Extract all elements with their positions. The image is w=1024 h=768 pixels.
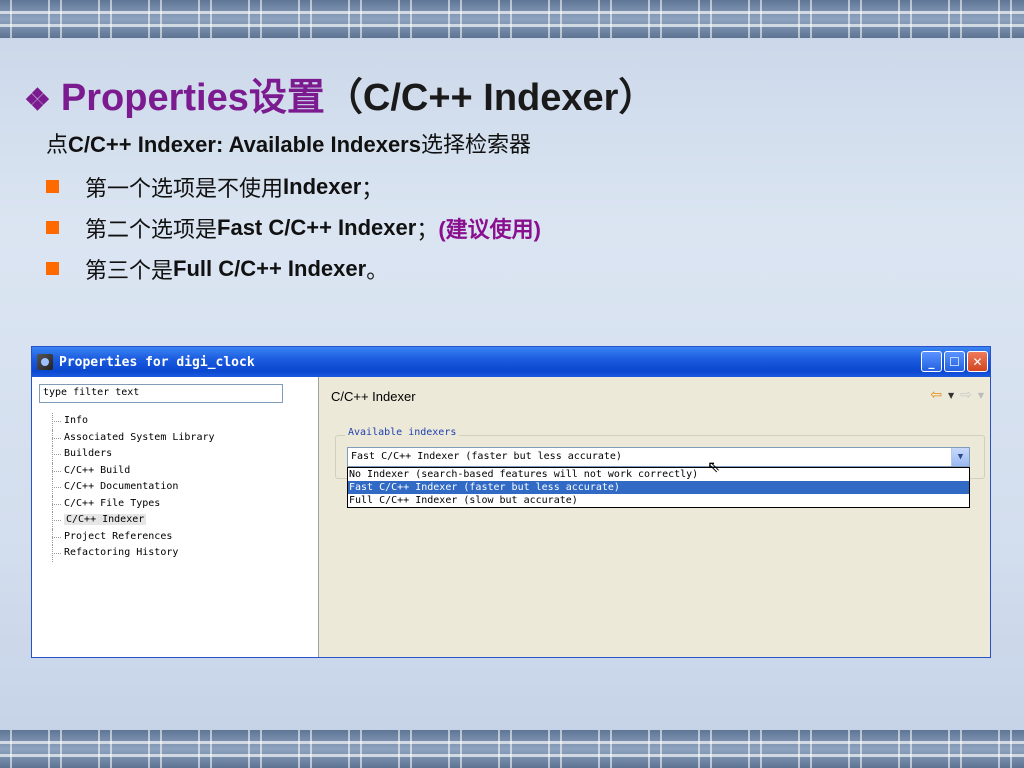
tree-item-project-references[interactable]: Project References	[50, 528, 215, 546]
bullet-item: 第三个是 Full C/C++ Indexer。	[46, 248, 541, 289]
bullet-bold: Indexer	[283, 173, 362, 199]
filter-input[interactable]: type filter text	[39, 384, 283, 403]
bullet-suffix: ；	[416, 216, 439, 242]
intro-suffix: 选择检索器	[420, 132, 531, 157]
bullet-prefix: 第二个选项是	[85, 216, 218, 242]
tree-item-cpp-file-types[interactable]: C/C++ File Types	[50, 495, 215, 513]
tree-item-refactoring-history[interactable]: Refactoring History	[50, 545, 215, 562]
intro-prefix: 点	[46, 132, 69, 157]
settings-page: C/C++ Indexer ⇦ ▼ ⇨ ▼ Available indexers…	[319, 377, 990, 657]
square-bullet-icon	[46, 262, 59, 275]
bullet-item: 第二个选项是 Fast C/C++ Indexer； (建议使用)	[46, 207, 541, 248]
option-fast-indexer[interactable]: Fast C/C++ Indexer (faster but less accu…	[348, 481, 969, 494]
intro-bold: C/C++ Indexer: Available Indexers	[68, 132, 421, 157]
tree-item-label: Info	[64, 415, 89, 426]
tree-item-label: Builders	[64, 448, 113, 459]
tree-item-label: C/C++ Documentation	[64, 481, 179, 492]
back-dropdown-icon[interactable]: ▼	[948, 391, 954, 400]
window-title: Properties for digi_clock	[59, 354, 255, 370]
intro-line: 点C/C++ Indexer: Available Indexers选择检索器	[46, 127, 531, 159]
property-tree: Info Associated System Library Builders …	[50, 413, 215, 562]
option-full-indexer[interactable]: Full C/C++ Indexer (slow but accurate)	[348, 494, 969, 507]
forward-dropdown-icon[interactable]: ▼	[978, 391, 984, 400]
tree-item-cpp-build[interactable]: C/C++ Build	[50, 462, 215, 480]
tree-item-label: C/C++ Indexer	[64, 514, 147, 525]
bullet-prefix: 第三个是	[85, 257, 174, 283]
tree-item-label: Refactoring History	[64, 547, 179, 558]
tree-item-cpp-indexer[interactable]: C/C++ Indexer	[50, 512, 215, 529]
tree-item-info[interactable]: Info	[50, 413, 215, 430]
tree-item-cpp-documentation[interactable]: C/C++ Documentation	[50, 479, 215, 496]
bullet-prefix: 第一个选项是不使用	[85, 175, 284, 201]
page-header: C/C++ Indexer	[319, 377, 990, 415]
properties-window: Properties for digi_clock _ ☐ ✕ type fil…	[31, 346, 991, 658]
bullet-suffix: ；	[361, 175, 384, 201]
chevron-down-icon[interactable]: ▼	[951, 448, 969, 466]
indexer-combo[interactable]: Fast C/C++ Indexer (faster but less accu…	[347, 447, 970, 467]
title-main: Properties设置	[60, 77, 325, 119]
tree-item-associated-system-library[interactable]: Associated System Library	[50, 429, 215, 447]
tree-item-label: C/C++ Build	[64, 464, 131, 476]
minimize-button[interactable]: _	[921, 351, 942, 372]
tree-item-label: Associated System Library	[64, 431, 215, 443]
bullet-bold: Full C/C++ Indexer	[173, 255, 367, 281]
square-bullet-icon	[46, 221, 59, 234]
indexer-dropdown-list: No Indexer (search-based features will n…	[347, 467, 970, 508]
diamond-bullet-icon: ❖	[24, 84, 51, 117]
title-paren: （C/C++ Indexer）	[324, 77, 657, 119]
slide-title: ❖ Properties设置（C/C++ Indexer）	[24, 66, 656, 121]
tree-item-label: C/C++ File Types	[64, 497, 161, 509]
back-arrow-icon[interactable]: ⇦	[930, 387, 942, 403]
combo-value: Fast C/C++ Indexer (faster but less accu…	[351, 451, 622, 462]
maximize-button[interactable]: ☐	[944, 351, 965, 372]
forward-arrow-icon[interactable]: ⇨	[960, 387, 972, 403]
bullet-suffix: 。	[366, 257, 389, 283]
bullet-bold: Fast C/C++ Indexer	[217, 214, 417, 240]
mouse-pointer-icon: ⇖	[707, 457, 721, 476]
bullet-item: 第一个选项是不使用 Indexer；	[46, 166, 541, 207]
eclipse-app-icon	[37, 354, 53, 370]
square-bullet-icon	[46, 180, 59, 193]
group-label: Available indexers	[345, 427, 460, 438]
window-titlebar[interactable]: Properties for digi_clock _ ☐ ✕	[32, 347, 990, 377]
window-controls: _ ☐ ✕	[921, 351, 988, 372]
tree-panel: type filter text Info Associated System …	[32, 377, 319, 657]
history-nav: ⇦ ▼ ⇨ ▼	[930, 387, 984, 403]
page-title: C/C++ Indexer	[331, 388, 416, 404]
tree-item-builders[interactable]: Builders	[50, 446, 215, 463]
close-button[interactable]: ✕	[967, 351, 988, 372]
recommended-note: (建议使用)	[438, 216, 541, 242]
bottom-decor-band	[0, 730, 1024, 768]
tree-item-label: Project References	[64, 530, 173, 542]
top-decor-band	[0, 0, 1024, 38]
option-no-indexer[interactable]: No Indexer (search-based features will n…	[348, 468, 969, 481]
bullet-list: 第一个选项是不使用 Indexer； 第二个选项是 Fast C/C++ Index…	[46, 166, 541, 289]
